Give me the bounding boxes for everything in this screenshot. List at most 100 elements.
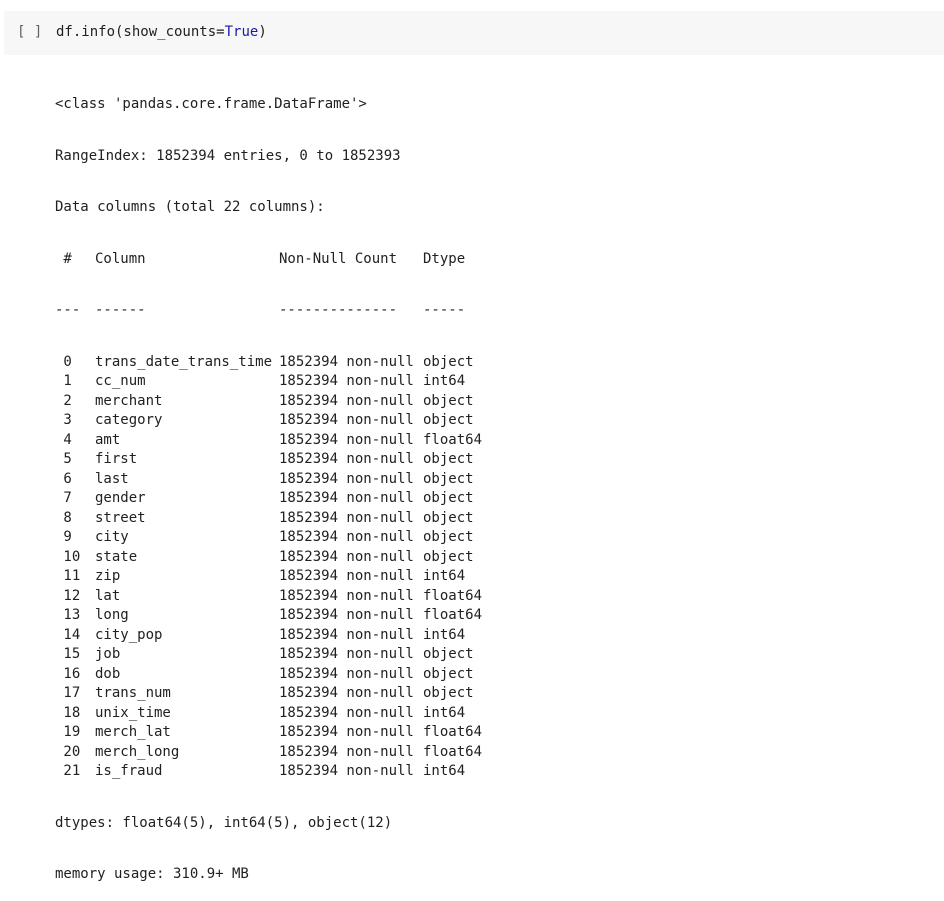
row-non-null-count: 1852394 non-null — [279, 431, 414, 448]
header-count: Non-Null Count — [279, 250, 398, 267]
row-column-name: cc_num — [95, 373, 146, 389]
table-rows: 0 trans_date_trans_time 1852394 non-null ob… — [55, 353, 482, 782]
table-row: 16 dob 1852394 non-null object — [55, 665, 482, 685]
table-row: 11 zip 1852394 non-null int64 — [55, 567, 482, 587]
row-index: 20 — [55, 743, 81, 760]
row-non-null-count: 1852394 non-null — [279, 568, 414, 584]
row-index: 11 — [55, 568, 81, 584]
row-non-null-count: 1852394 non-null — [279, 392, 414, 409]
table-row: 15 job 1852394 non-null object — [55, 645, 482, 665]
table-row: 8 street 1852394 non-null object — [55, 509, 482, 529]
separator-column: ------ — [95, 302, 146, 318]
row-dtype: int64 — [423, 763, 466, 779]
table-row: 18 unix_time 1852394 non-null int64 — [55, 704, 482, 724]
row-dtype: object — [423, 685, 474, 701]
row-index: 4 — [55, 431, 72, 448]
row-index: 15 — [55, 646, 81, 662]
row-index: 12 — [55, 587, 81, 604]
row-non-null-count: 1852394 non-null — [279, 451, 414, 467]
row-non-null-count: 1852394 non-null — [279, 607, 414, 623]
row-index: 3 — [55, 412, 72, 428]
row-dtype: object — [423, 548, 474, 565]
row-dtype: float64 — [423, 607, 483, 623]
row-column-name: merchant — [95, 392, 163, 409]
table-row: 4 amt 1852394 non-null float64 — [55, 431, 482, 451]
row-dtype: float64 — [423, 743, 483, 760]
row-index: 2 — [55, 392, 72, 409]
row-index: 9 — [55, 529, 72, 545]
row-dtype: object — [423, 470, 474, 487]
row-index: 1 — [55, 373, 72, 389]
class-line: <class 'pandas.core.frame.DataFrame'> — [55, 96, 367, 112]
row-non-null-count: 1852394 non-null — [279, 529, 414, 545]
row-index: 16 — [55, 665, 81, 682]
row-dtype: object — [423, 665, 474, 682]
table-row: 17 trans_num 1852394 non-null object — [55, 684, 482, 704]
row-non-null-count: 1852394 non-null — [279, 509, 414, 526]
range-index-line: RangeIndex: 1852394 entries, 0 to 185239… — [55, 147, 401, 164]
row-non-null-count: 1852394 non-null — [279, 412, 414, 428]
row-column-name: first — [95, 451, 138, 467]
table-row: 3 category 1852394 non-null object — [55, 411, 482, 431]
row-dtype: int64 — [423, 373, 466, 389]
row-non-null-count: 1852394 non-null — [279, 353, 414, 370]
header-column: Column — [95, 250, 146, 267]
table-row: 19 merch_lat 1852394 non-null float64 — [55, 723, 482, 743]
table-row: 7 gender 1852394 non-null object — [55, 489, 482, 509]
table-header: # Column Non-Null Count Dtype — [55, 250, 482, 270]
row-dtype: object — [423, 509, 474, 526]
row-index: 6 — [55, 470, 72, 487]
row-non-null-count: 1852394 non-null — [279, 548, 414, 565]
row-dtype: int64 — [423, 626, 466, 643]
row-index: 21 — [55, 763, 81, 779]
header-dtype: Dtype — [423, 250, 466, 267]
row-column-name: city_pop — [95, 626, 163, 643]
row-column-name: merch_long — [95, 743, 180, 760]
run-cell-button[interactable]: [ ] — [17, 22, 42, 42]
row-column-name: street — [95, 509, 146, 526]
row-column-name: state — [95, 548, 138, 565]
row-column-name: category — [95, 412, 163, 428]
code-line[interactable]: df.info(show_counts=True) — [56, 22, 267, 42]
row-dtype: object — [423, 353, 474, 370]
row-non-null-count: 1852394 non-null — [279, 626, 414, 643]
row-index: 14 — [55, 626, 81, 643]
row-non-null-count: 1852394 non-null — [279, 743, 414, 760]
row-column-name: gender — [95, 490, 146, 506]
row-non-null-count: 1852394 non-null — [279, 763, 414, 779]
row-index: 0 — [55, 353, 72, 370]
row-dtype: int64 — [423, 704, 466, 721]
row-dtype: float64 — [423, 724, 483, 740]
dtypes-line: dtypes: float64(5), int64(5), object(12) — [55, 814, 393, 831]
table-row: 14 city_pop 1852394 non-null int64 — [55, 626, 482, 646]
row-column-name: job — [95, 646, 121, 662]
row-dtype: int64 — [423, 568, 466, 584]
separator-count: -------------- — [279, 302, 398, 318]
row-column-name: merch_lat — [95, 724, 171, 740]
row-column-name: lat — [95, 587, 121, 604]
separator-idx: --- — [55, 302, 81, 318]
row-non-null-count: 1852394 non-null — [279, 646, 414, 662]
row-index: 7 — [55, 490, 72, 506]
row-index: 19 — [55, 724, 81, 740]
row-index: 8 — [55, 509, 72, 526]
row-dtype: object — [423, 451, 474, 467]
table-row: 1 cc_num 1852394 non-null int64 — [55, 372, 482, 392]
memory-usage-line: memory usage: 310.9+ MB — [55, 866, 249, 882]
table-row: 21 is_fraud 1852394 non-null int64 — [55, 762, 482, 782]
table-row: 20 merch_long 1852394 non-null float64 — [55, 743, 482, 763]
table-row: 13 long 1852394 non-null float64 — [55, 606, 482, 626]
code-equals: = — [216, 24, 225, 40]
row-dtype: float64 — [423, 587, 483, 604]
row-column-name: is_fraud — [95, 763, 163, 779]
row-non-null-count: 1852394 non-null — [279, 373, 414, 389]
data-columns-line: Data columns (total 22 columns): — [55, 199, 325, 215]
table-row: 9 city 1852394 non-null object — [55, 528, 482, 548]
code-prefix: df.info(show_counts — [56, 24, 217, 40]
row-non-null-count: 1852394 non-null — [279, 665, 414, 682]
row-dtype: object — [423, 529, 474, 545]
row-column-name: city — [95, 529, 129, 545]
row-index: 10 — [55, 548, 81, 565]
row-non-null-count: 1852394 non-null — [279, 470, 414, 487]
row-index: 13 — [55, 607, 81, 623]
